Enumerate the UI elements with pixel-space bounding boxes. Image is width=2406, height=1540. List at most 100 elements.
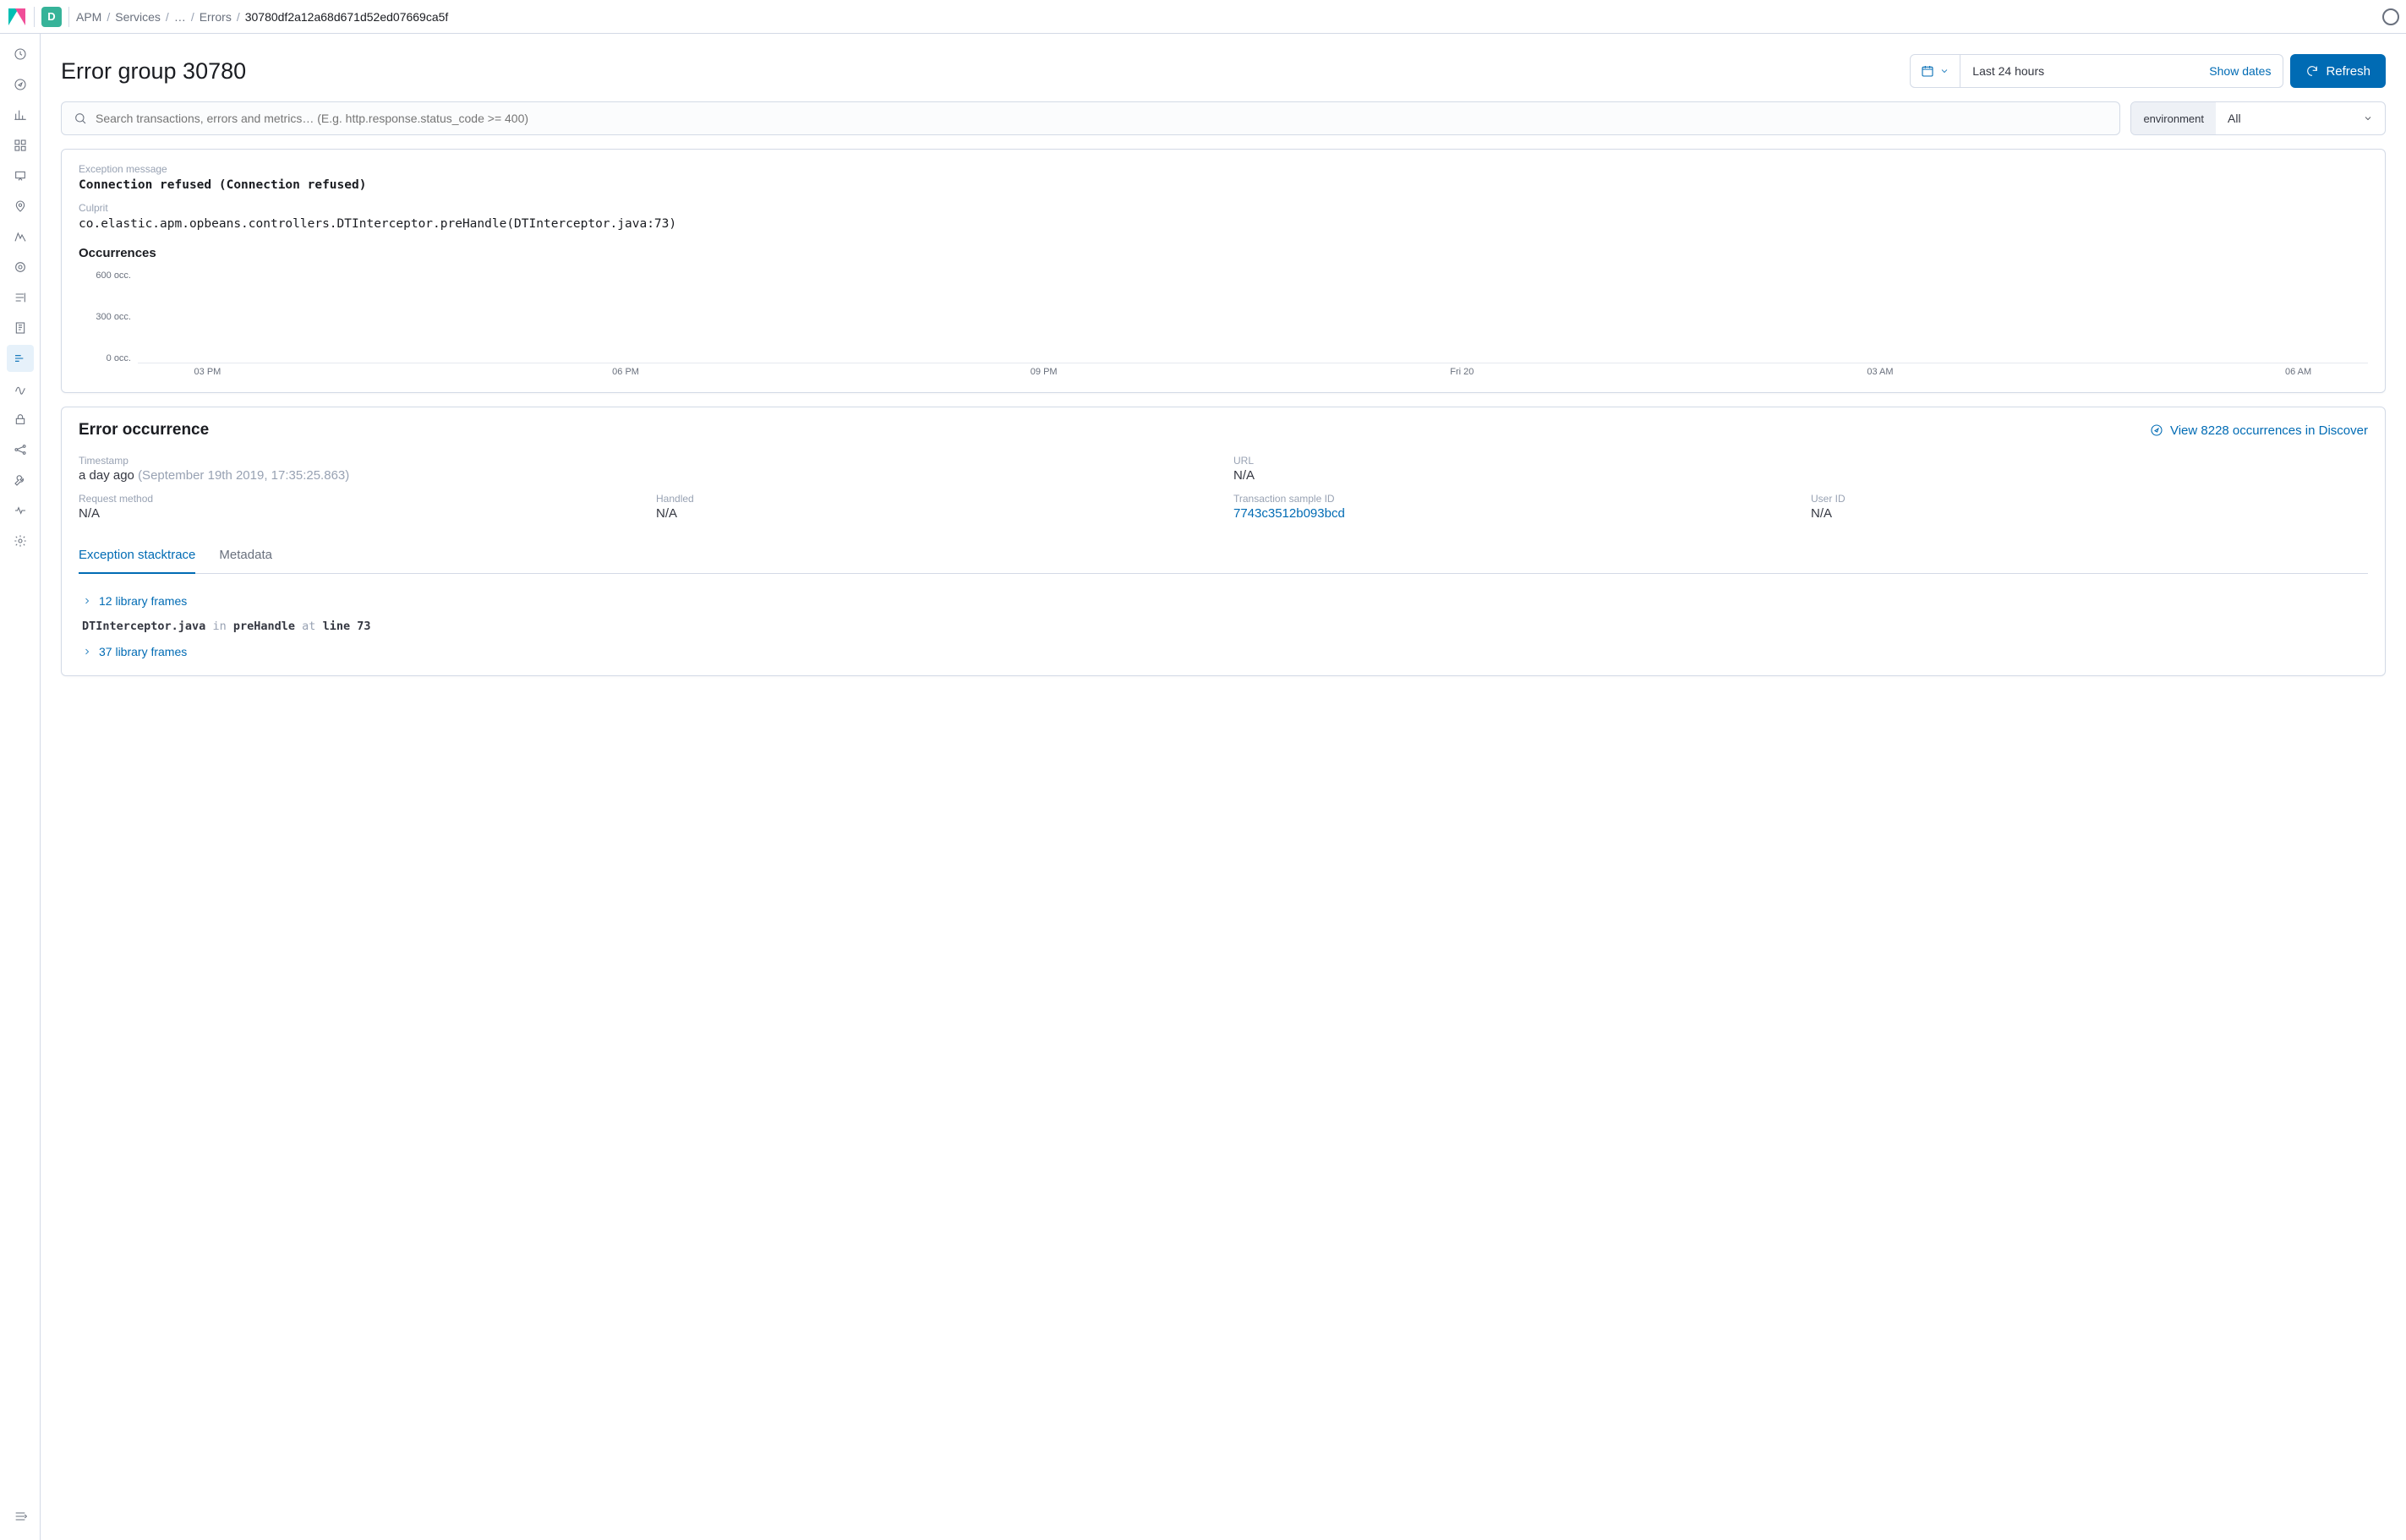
chart-x-axis: 03 PM06 PM09 PMFri 2003 AM06 AM <box>138 363 2368 379</box>
help-icon <box>2382 8 2399 25</box>
breadcrumb-services[interactable]: Services <box>115 10 161 24</box>
page-header: Error group 30780 Last 24 hours Show dat… <box>61 54 2386 88</box>
tab-metadata[interactable]: Metadata <box>219 538 272 573</box>
view-in-discover-link[interactable]: View 8228 occurrences in Discover <box>2150 423 2368 438</box>
breadcrumb: APM / Services / … / Errors / 30780df2a1… <box>76 10 448 24</box>
calendar-icon <box>1921 64 1934 78</box>
map-pin-icon <box>14 199 27 213</box>
request-method-value: N/A <box>79 506 636 521</box>
tab-stacktrace[interactable]: Exception stacktrace <box>79 538 195 574</box>
expand-frames-bottom[interactable]: 37 library frames <box>82 645 2365 658</box>
chevron-right-icon <box>82 647 92 657</box>
quick-select-button[interactable] <box>1911 55 1960 87</box>
notebook-icon <box>14 321 27 335</box>
chevron-down-icon <box>2363 113 2373 123</box>
frames-top-text: 12 library frames <box>99 594 187 608</box>
search-icon <box>74 112 87 125</box>
separator <box>34 7 35 27</box>
breadcrumb-collapsed[interactable]: … <box>174 10 186 24</box>
x-tick: 06 PM <box>556 363 696 379</box>
side-nav <box>0 34 41 1540</box>
refresh-button[interactable]: Refresh <box>2290 54 2386 88</box>
transaction-id-label: Transaction sample ID <box>1233 493 1791 505</box>
environment-value[interactable]: All <box>2216 102 2385 134</box>
exception-message: Connection refused (Connection refused) <box>79 178 2368 192</box>
nav-logs[interactable] <box>7 284 34 311</box>
error-occurrence-panel: Error occurrence View 8228 occurrences i… <box>61 407 2386 676</box>
nav-uptime[interactable] <box>7 375 34 402</box>
chevron-right-icon: / <box>191 10 194 24</box>
error-occurrence-title: Error occurrence <box>79 421 209 440</box>
stack-frame: DTInterceptor.java in preHandle at line … <box>82 620 2365 633</box>
collapse-icon <box>14 1510 27 1523</box>
view-in-discover-text: View 8228 occurrences in Discover <box>2170 423 2368 438</box>
nav-visualize[interactable] <box>7 101 34 128</box>
tabs: Exception stacktrace Metadata <box>79 538 2368 574</box>
environment-selected: All <box>2228 112 2241 125</box>
nav-notes[interactable] <box>7 314 34 341</box>
chart-bars <box>138 270 2368 363</box>
environment-filter[interactable]: environment All <box>2130 101 2386 135</box>
transaction-id-link[interactable]: 7743c3512b093bcd <box>1233 506 1345 521</box>
nav-recent[interactable] <box>7 41 34 68</box>
nav-infra[interactable] <box>7 254 34 281</box>
uptime-icon <box>14 382 27 396</box>
nav-dev[interactable] <box>7 467 34 494</box>
nav-ml[interactable] <box>7 223 34 250</box>
timestamp-label: Timestamp <box>79 455 1213 467</box>
clock-icon <box>14 47 27 61</box>
nav-graph[interactable] <box>7 436 34 463</box>
x-tick <box>834 363 974 379</box>
help-menu[interactable] <box>2382 8 2399 25</box>
chevron-right-icon <box>82 596 92 606</box>
show-dates-button[interactable]: Show dates <box>2197 55 2283 87</box>
x-tick <box>277 363 417 379</box>
gear-icon <box>14 534 27 548</box>
exception-panel: Exception message Connection refused (Co… <box>61 149 2386 393</box>
chart-plot: 03 PM06 PM09 PMFri 2003 AM06 AM <box>138 270 2368 379</box>
nav-siem[interactable] <box>7 406 34 433</box>
nav-monitor[interactable] <box>7 497 34 524</box>
date-picker[interactable]: Last 24 hours Show dates <box>1910 54 2283 88</box>
search-input[interactable] <box>61 101 2120 135</box>
search-field[interactable] <box>96 112 2108 125</box>
logs-icon <box>14 291 27 304</box>
date-range-display[interactable]: Last 24 hours <box>1960 55 2197 87</box>
culprit-label: Culprit <box>79 202 2368 214</box>
breadcrumb-errors[interactable]: Errors <box>200 10 232 24</box>
nav-maps[interactable] <box>7 193 34 220</box>
graph-icon <box>14 443 27 456</box>
heartbeat-icon <box>14 504 27 517</box>
x-tick <box>1671 363 1811 379</box>
space-selector[interactable]: D <box>41 7 62 27</box>
y-tick: 300 occ. <box>96 312 131 322</box>
breadcrumb-current: 30780df2a12a68d671d52ed07669ca5f <box>245 10 449 24</box>
chevron-right-icon: / <box>237 10 240 24</box>
culprit-value: co.elastic.apm.opbeans.controllers.DTInt… <box>79 217 2368 231</box>
nav-management[interactable] <box>7 527 34 554</box>
expand-frames-top[interactable]: 12 library frames <box>82 594 2365 608</box>
page-title: Error group 30780 <box>61 58 246 85</box>
compass-icon <box>2150 423 2163 437</box>
url-label: URL <box>1233 455 2368 467</box>
dashboard-icon <box>14 139 27 152</box>
lock-icon <box>14 412 27 426</box>
bar-chart-icon <box>14 108 27 122</box>
nav-dashboard[interactable] <box>7 132 34 159</box>
canvas-icon <box>14 169 27 183</box>
frames-bottom-text: 37 library frames <box>99 645 187 658</box>
request-method-label: Request method <box>79 493 636 505</box>
nav-canvas[interactable] <box>7 162 34 189</box>
wrench-icon <box>14 473 27 487</box>
nav-discover[interactable] <box>7 71 34 98</box>
nav-collapse[interactable] <box>7 1506 34 1533</box>
url-value: N/A <box>1233 468 2368 483</box>
y-tick: 600 occ. <box>96 270 131 281</box>
nav-apm[interactable] <box>7 345 34 372</box>
breadcrumb-apm[interactable]: APM <box>76 10 101 24</box>
topbar: D APM / Services / … / Errors / 30780df2… <box>0 0 2406 34</box>
x-tick <box>1532 363 1671 379</box>
kibana-logo-icon[interactable] <box>7 7 27 27</box>
main-content: Error group 30780 Last 24 hours Show dat… <box>41 34 2406 1540</box>
chevron-right-icon: / <box>107 10 110 24</box>
